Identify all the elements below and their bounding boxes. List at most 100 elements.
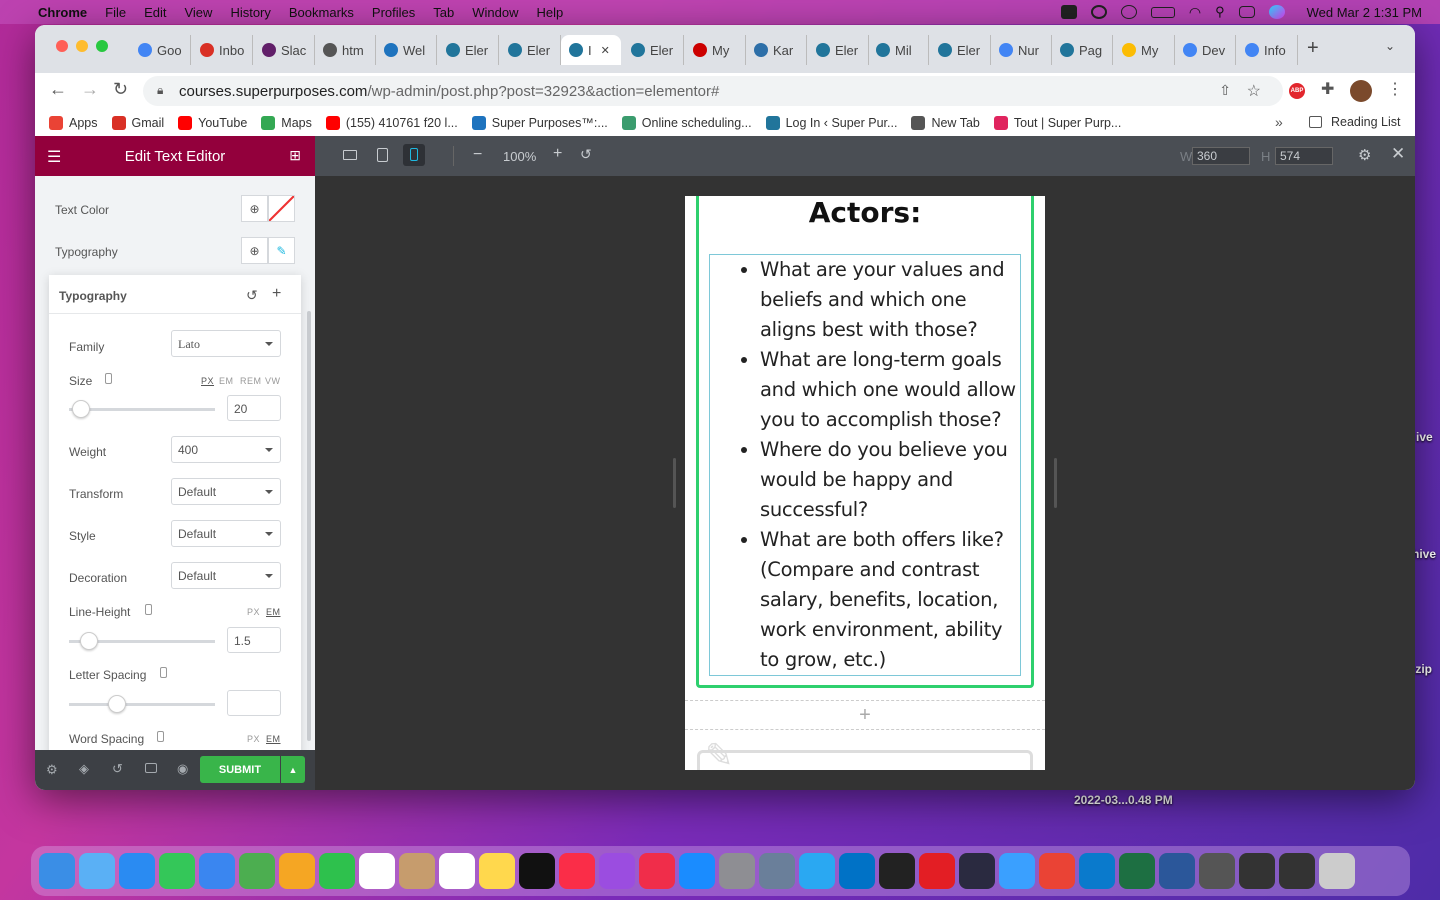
tab-4[interactable]: Wel [376,35,437,65]
reading-list-icon[interactable] [1309,116,1322,128]
add-section-area[interactable]: + [685,700,1045,730]
unit-vw[interactable]: VW [265,376,281,386]
bookmark-item[interactable]: Maps [261,115,312,130]
menu-view[interactable]: View [184,5,212,20]
decoration-select[interactable]: Default [171,562,281,589]
edit-typography-pencil-icon[interactable]: ✎ [268,237,295,264]
menu-dots-icon[interactable]: ⋮ [1387,79,1403,99]
dock-app-icon[interactable] [1319,853,1355,889]
tab-3[interactable]: htm [315,35,376,65]
bookmark-item[interactable]: Online scheduling... [621,115,752,130]
responsive-device-icon[interactable] [157,731,164,742]
tab-5[interactable]: Eler [438,35,499,65]
back-icon[interactable]: ← [49,79,67,100]
search-icon[interactable]: ⚲ [1215,4,1225,20]
dock-app-icon[interactable] [1199,853,1235,889]
settings-icon[interactable]: ⚙ [1358,146,1371,164]
family-select[interactable]: Lato [171,330,281,357]
desktop-file-label[interactable]: hive [1412,547,1436,561]
dock-app-icon[interactable] [239,853,275,889]
transform-select[interactable]: Default [171,478,281,505]
adblock-icon[interactable]: ABP [1289,83,1305,99]
weight-select[interactable]: 400 [171,436,281,463]
tab-10[interactable]: Kar [746,35,807,65]
dock-app-icon[interactable] [1119,853,1155,889]
global-color-icon[interactable]: ⊕ [241,195,268,222]
dock-app-icon[interactable] [919,853,955,889]
responsive-mode-icon[interactable] [145,763,157,773]
desktop-file-label[interactable]: .zip [1412,662,1432,676]
dock-app-icon[interactable] [559,853,595,889]
size-input[interactable]: 20 [227,395,281,421]
style-select[interactable]: Default [171,520,281,547]
dock-app-icon[interactable] [759,853,795,889]
bookmark-item[interactable]: Apps [49,115,98,130]
dock-app-icon[interactable] [1079,853,1115,889]
tab-2[interactable]: Slac [254,35,315,65]
play-icon[interactable] [1120,5,1137,19]
menu-edit[interactable]: Edit [144,5,166,20]
tab-13[interactable]: Eler [930,35,991,65]
dock-app-icon[interactable] [519,853,555,889]
settings-icon[interactable]: ⚙ [46,762,58,778]
dock-app-icon[interactable] [359,853,395,889]
unit-px[interactable]: PX [201,376,214,386]
address-bar[interactable]: 🔒︎ courses.superpurposes.com/wp-admin/po… [143,76,1283,106]
bookmarks-overflow-icon[interactable]: » [1275,114,1283,130]
dock-app-icon[interactable] [799,853,835,889]
responsive-device-icon[interactable] [105,373,112,384]
unit-em[interactable]: EM [266,607,281,617]
desktop-file-label[interactable]: ive [1416,430,1433,444]
tab-18[interactable]: Info [1237,35,1298,65]
desktop-file-label[interactable]: 2022-03...0.48 PM [1074,793,1173,807]
tab-6[interactable]: Eler [500,35,561,65]
bookmark-item[interactable]: Log In ‹ Super Pur... [765,115,897,130]
bookmark-item[interactable]: New Tab [911,115,980,130]
tab-17[interactable]: Dev [1175,35,1236,65]
line-height-slider-handle[interactable] [80,632,99,650]
widgets-grid-icon[interactable]: ⊞ [289,147,301,164]
bookmark-item[interactable]: Super Purposes™:... [471,115,608,130]
unit-px[interactable]: PX [247,734,260,744]
menu-profiles[interactable]: Profiles [372,5,415,20]
tab-11[interactable]: Eler [808,35,869,65]
reading-list[interactable]: Reading List [1331,115,1401,129]
menu-help[interactable]: Help [537,5,564,20]
tab-0[interactable]: Goo [130,35,191,65]
dock-app-icon[interactable] [479,853,515,889]
dock-app-icon[interactable] [839,853,875,889]
menu-tab[interactable]: Tab [433,5,454,20]
tablet-device-icon[interactable] [377,148,388,162]
close-window-button[interactable] [56,40,68,52]
height-input[interactable] [1275,147,1333,165]
history-icon[interactable]: ↺ [112,761,123,777]
dock-app-icon[interactable] [679,853,715,889]
unit-rem[interactable]: REM [240,376,262,386]
panel-scrollbar[interactable] [307,311,311,741]
dock-app-icon[interactable] [1239,853,1275,889]
bullet-list[interactable]: What are your values and beliefs and whi… [760,255,1022,675]
dock-app-icon[interactable] [319,853,355,889]
new-tab-icon[interactable]: + [1307,37,1319,60]
navigator-icon[interactable]: ◈ [79,761,89,777]
dock-app-icon[interactable] [159,853,195,889]
bookmark-star-icon[interactable]: ☆ [1247,81,1261,101]
responsive-device-icon[interactable] [145,604,152,615]
status-malwarebytes-icon[interactable] [1090,5,1107,19]
menu-bookmarks[interactable]: Bookmarks [289,5,354,20]
clock[interactable]: Wed Mar 2 1:31 PM [1307,5,1422,20]
submit-button[interactable]: SUBMIT [200,756,280,783]
dock-app-icon[interactable] [119,853,155,889]
forward-icon[interactable]: → [81,79,99,100]
dock-app-icon[interactable] [599,853,635,889]
battery-icon[interactable] [1150,6,1175,18]
bookmark-item[interactable]: Tout | Super Purp... [993,115,1121,130]
minimize-window-button[interactable] [76,40,88,52]
tab-8[interactable]: Eler [623,35,684,65]
zoom-window-button[interactable] [96,40,108,52]
desktop-device-icon[interactable] [343,150,357,160]
extensions-icon[interactable]: ✚ [1321,79,1334,99]
avatar[interactable] [1350,80,1372,102]
mobile-device-icon[interactable] [403,144,425,166]
dock-app-icon[interactable] [719,853,755,889]
